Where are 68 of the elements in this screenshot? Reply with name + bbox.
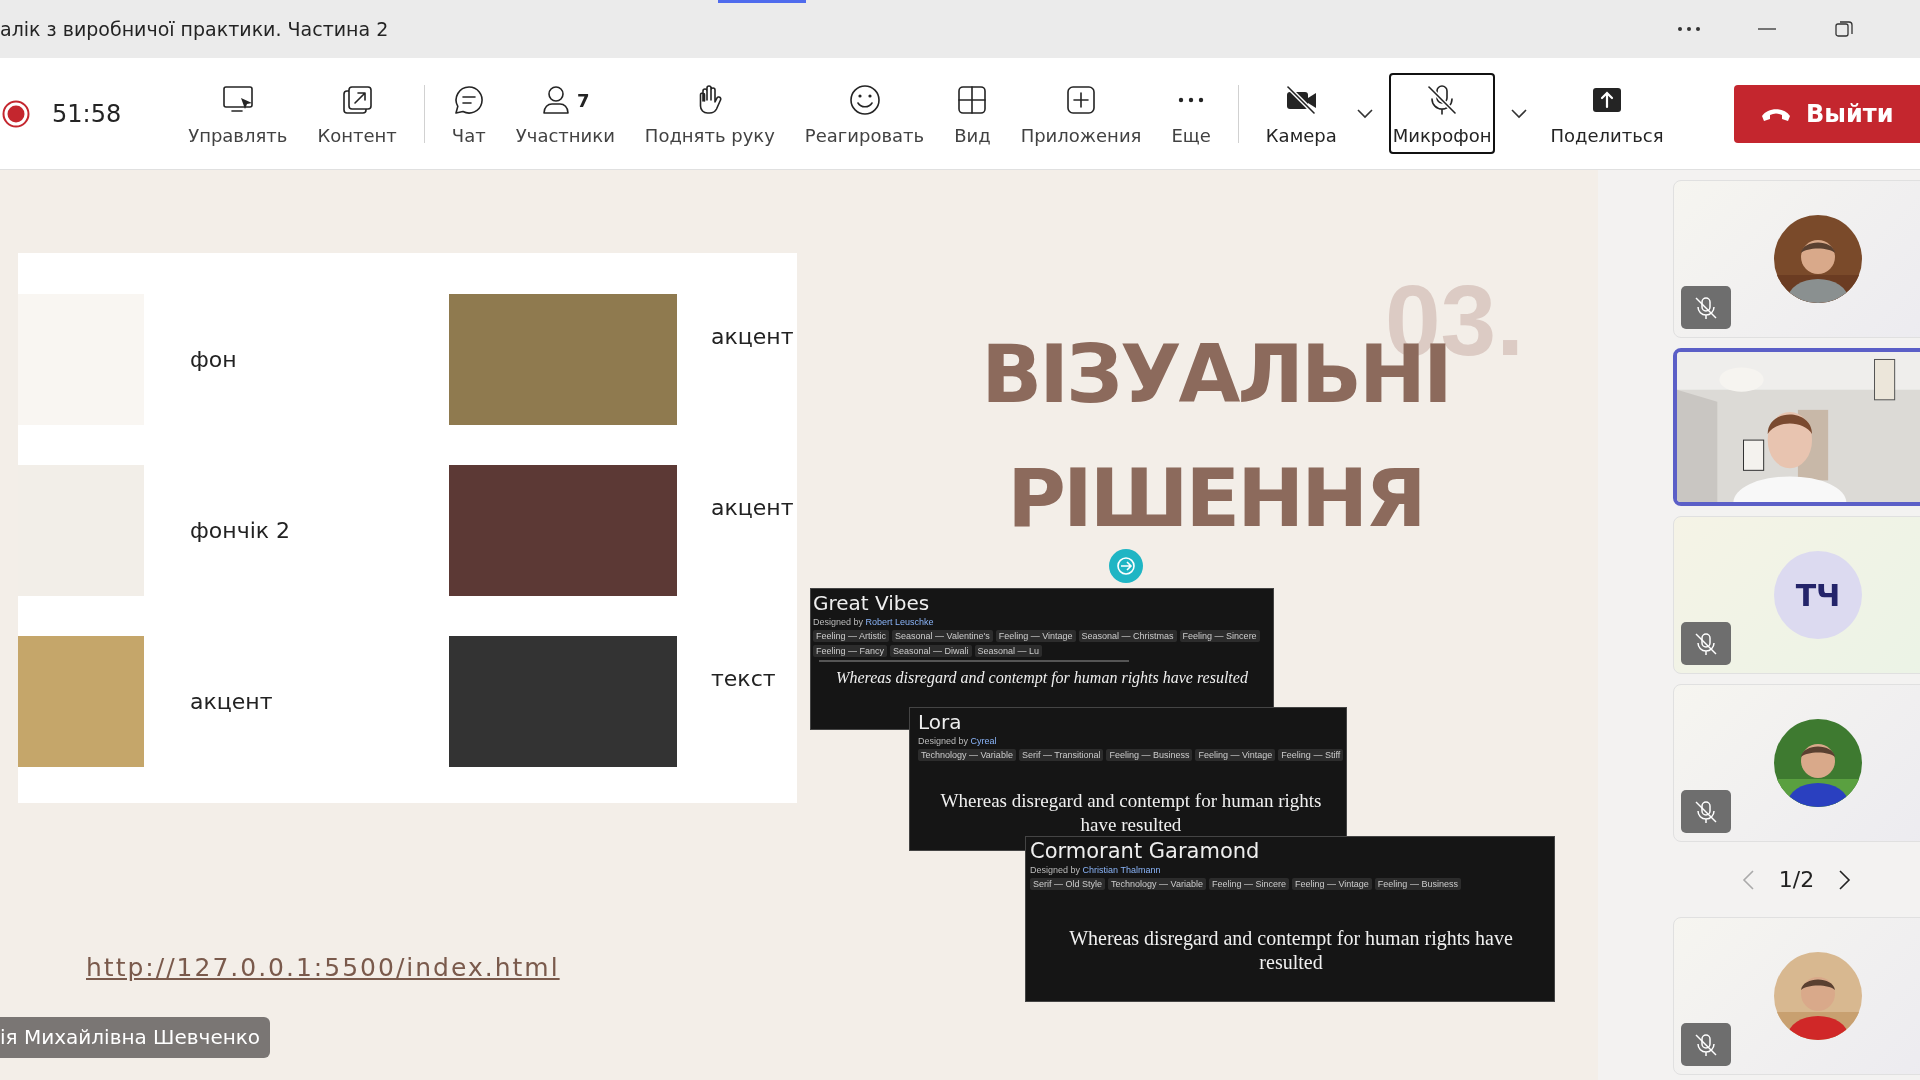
swatch-label: акцент <box>710 494 795 522</box>
microphone-off-icon <box>1693 630 1719 657</box>
tag-chip[interactable]: Seasonal — Lu <box>974 645 1043 657</box>
tag-chip[interactable]: Technology — Variable <box>918 749 1016 761</box>
microphone-off-icon <box>1693 1031 1719 1058</box>
toolbar-button[interactable]: Поднять руку <box>640 73 779 154</box>
tag-chip[interactable]: Feeling — Artistic <box>813 630 890 642</box>
font-name: Cormorant Garamond <box>1030 839 1261 863</box>
tag-chip[interactable]: Technology — Variable <box>1108 878 1206 890</box>
microphone-off-icon <box>1693 798 1719 825</box>
swatch-label: акцент <box>189 689 274 714</box>
tag-chip[interactable]: Feeling — Sincere <box>1208 878 1289 890</box>
toolbar-button[interactable]: Поделиться <box>1546 73 1668 154</box>
font-preview: Whereas disregard and contempt for human rights have resulted <box>1068 926 1514 974</box>
microphone-off-icon <box>1693 294 1719 321</box>
swatch-label: акцент <box>710 323 795 351</box>
toolbar-button[interactable]: Приложения <box>1016 73 1146 154</box>
tag-chip[interactable]: Feeling — Vintage <box>995 630 1076 642</box>
tag-chip[interactable]: Serif — Transitional <box>1018 749 1104 761</box>
tag-chip[interactable]: Feeling — Business <box>1374 878 1461 890</box>
participant-count: 7 <box>577 89 590 111</box>
restore-icon[interactable] <box>1834 19 1854 39</box>
call-timer: 51:58 <box>52 99 122 128</box>
designer-line: Designed by Christian Thalmann <box>1030 865 1162 875</box>
tag-chip[interactable]: Seasonal — Valentine's <box>892 630 993 642</box>
font-name: Great Vibes <box>813 591 931 615</box>
toolbar-button[interactable]: Реагировать <box>800 73 929 154</box>
toolbar-button[interactable]: 7 Участники <box>511 73 619 154</box>
designer-line: Designed by Cyreal <box>918 736 998 746</box>
tag-chip[interactable]: Seasonal — Christmas <box>1078 630 1177 642</box>
toolbar-button[interactable]: Камера <box>1261 73 1341 154</box>
leave-button[interactable]: Выйти <box>1734 84 1920 143</box>
page-indicator: 1/2 <box>1778 867 1815 892</box>
swatch-label: фон <box>189 347 238 372</box>
chevron-right-icon[interactable] <box>1838 868 1853 891</box>
swatch-label: фончік 2 <box>189 518 292 543</box>
avatar-initials: ТЧ <box>1774 551 1862 639</box>
toolbar-button[interactable]: Управлять <box>184 73 292 154</box>
more-icon <box>1178 97 1205 103</box>
link[interactable]: http://127.0.0.1:5500/index.html <box>86 953 560 982</box>
window-title: алік з виробничої практики. Частина 2 <box>0 18 389 40</box>
tag-chip[interactable]: Feeling — Vintage <box>1291 878 1372 890</box>
chevron-down-icon[interactable] <box>1355 107 1374 120</box>
tag-chip[interactable]: Seasonal — Diwali <box>890 645 972 657</box>
tag-chip[interactable]: Feeling — Fancy <box>813 645 888 657</box>
font-preview: Whereas disregard and contempt for human rights have resulted <box>835 668 1249 689</box>
toolbar-button[interactable]: Вид <box>950 73 995 154</box>
tag-chip[interactable]: Feeling — Sincere <box>1179 630 1260 642</box>
more-icon[interactable] <box>1678 27 1700 31</box>
swatch-label: текст <box>710 665 777 693</box>
chevron-down-icon[interactable] <box>1510 107 1529 120</box>
font-name: Lora <box>918 710 963 734</box>
presenter-name: ія Михайлівна Шевченко <box>0 1017 271 1058</box>
toolbar-button[interactable]: Еще <box>1167 73 1215 154</box>
tag-chip[interactable]: Feeling — Stiff <box>1278 749 1344 761</box>
tag-chip[interactable]: Feeling — Business <box>1106 749 1193 761</box>
toolbar-button[interactable]: Контент <box>313 73 401 154</box>
toolbar-button[interactable]: Чат <box>447 73 490 154</box>
smiley-icon <box>847 83 882 117</box>
slide-title: РІШЕННЯ <box>1007 451 1424 547</box>
font-preview: Whereas disregard and contempt for human rights have resulted <box>939 789 1323 837</box>
participant-tile[interactable]: ТЧ <box>1673 516 1920 674</box>
designer-line: Designed by Robert Leuschke <box>813 617 935 627</box>
arrow-right-icon <box>1108 548 1144 584</box>
tag-chip[interactable]: Feeling — Vintage <box>1195 749 1276 761</box>
toolbar-button[interactable]: Микрофон <box>1388 73 1496 154</box>
external-window-icon <box>340 83 375 117</box>
tag-chip[interactable]: Serif — Old Style <box>1030 878 1106 890</box>
